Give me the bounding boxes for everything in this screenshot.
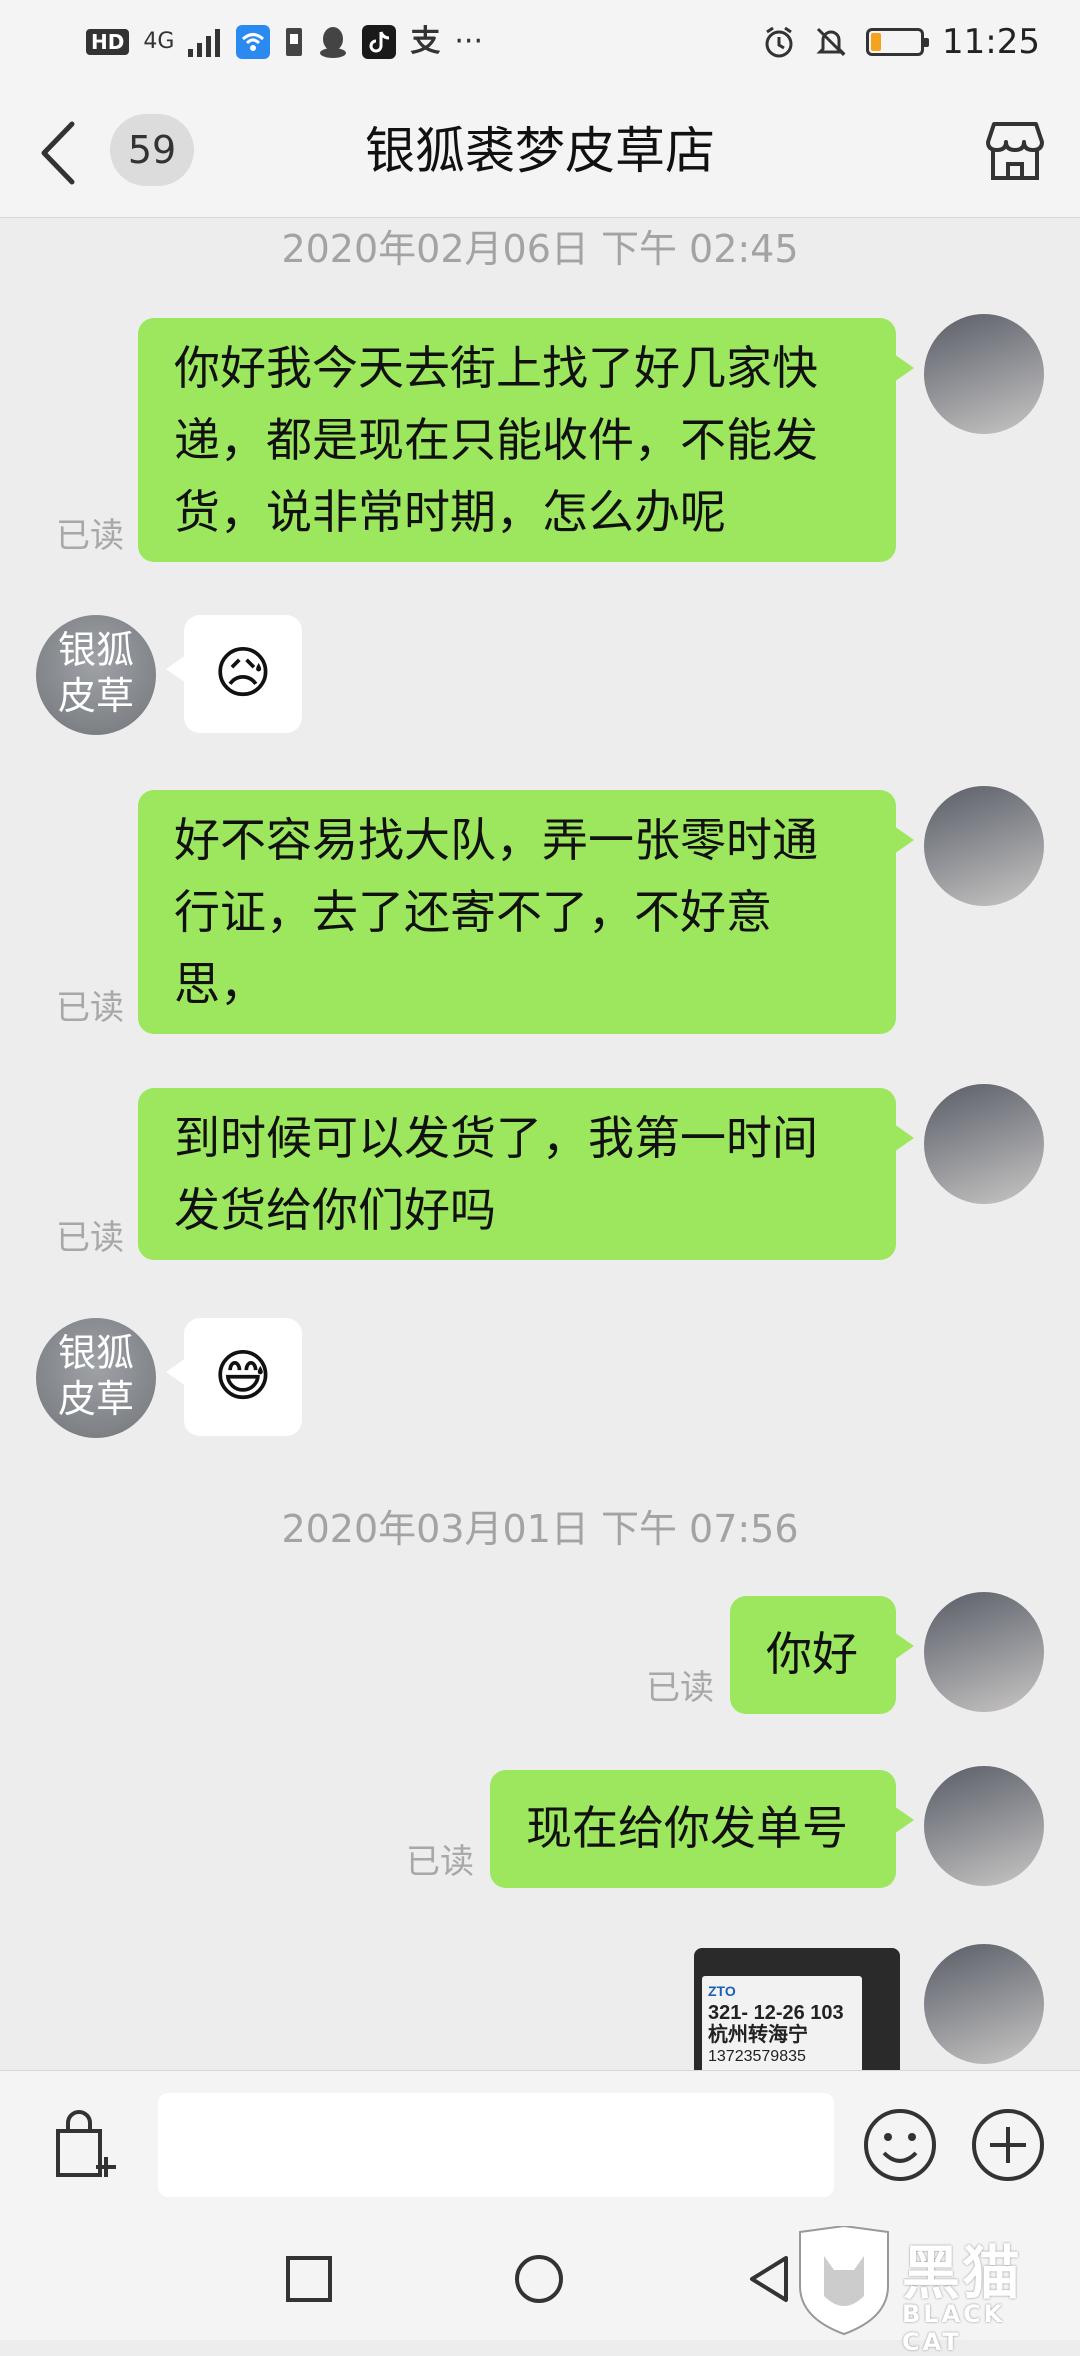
battery-level — [871, 33, 882, 51]
wifi-icon — [236, 25, 271, 59]
timestamp: 2020年03月01日 下午 07:56 — [281, 1507, 799, 1551]
avatar[interactable] — [924, 314, 1044, 434]
black-cat-logo-icon — [799, 2226, 889, 2336]
watermark-title: 黑猫 — [902, 2239, 1023, 2307]
qq-icon — [320, 27, 347, 58]
shop-avatar[interactable]: 银狐 皮草 — [36, 615, 156, 735]
avatar[interactable] — [924, 1592, 1044, 1712]
read-receipt: 已读 — [646, 1668, 714, 1708]
system-nav-bar: 黑猫 BLACK CAT — [0, 2218, 1080, 2356]
more-notifications-icon: ··· — [454, 24, 483, 59]
phone-text: 13723579835 — [708, 2048, 806, 2065]
shopping-bag-add-icon[interactable] — [46, 2105, 126, 2185]
outgoing-message[interactable]: 到时候可以发货了，我第一时间 发货给你们好吗 — [138, 1088, 914, 1260]
avatar[interactable] — [924, 1766, 1044, 1886]
input-bar — [0, 2070, 1080, 2218]
sort-code: 321- 12-26 103 — [708, 2002, 844, 2024]
read-receipt: 已读 — [56, 988, 124, 1028]
status-right: 11:25 — [762, 14, 1040, 70]
avatar[interactable] — [924, 786, 1044, 906]
image-message[interactable]: ZTO 321- 12-26 103 杭州转海宁 13723579835 — [694, 1948, 900, 2070]
grin-sweat-emoji: 😅 — [213, 1344, 273, 1409]
outgoing-message[interactable]: 你好我今天去街上找了好几家快 递，都是现在只能收件，不能发 货，说非常时期，怎么… — [138, 318, 914, 562]
black-cat-watermark: 黑猫 BLACK CAT — [790, 2222, 1070, 2356]
status-bar: HD 4G 支 ··· 11:25 — [0, 0, 1080, 84]
emoji-icon[interactable] — [860, 2105, 940, 2185]
outgoing-message[interactable]: 现在给你发单号 — [490, 1770, 914, 1888]
clock: 11:25 — [942, 22, 1040, 62]
signal-icon — [188, 29, 221, 57]
page-title: 银狐裘梦皮草店 — [365, 122, 715, 180]
alarm-icon — [765, 26, 793, 58]
recent-apps-icon[interactable] — [280, 2250, 338, 2308]
route-text: 杭州转海宁 — [708, 2024, 808, 2046]
chat-area[interactable]: 2020年02月06日 下午 02:45 已读 你好我今天去街上找了好几家快 递… — [0, 218, 1080, 2070]
read-receipt: 已读 — [56, 516, 124, 556]
read-receipt: 已读 — [56, 1218, 124, 1258]
sad-sweat-emoji: 😥 — [213, 641, 273, 706]
message-input[interactable] — [158, 2093, 834, 2197]
battery-icon — [866, 28, 930, 56]
incoming-message[interactable]: 😅 — [166, 1318, 302, 1436]
courier-logo: ZTO — [708, 1983, 736, 1999]
plus-icon[interactable] — [968, 2105, 1048, 2185]
shipping-label: ZTO 321- 12-26 103 杭州转海宁 13723579835 — [702, 1976, 862, 2070]
outgoing-message[interactable]: 你好 — [730, 1596, 914, 1714]
tiktok-icon — [362, 25, 397, 59]
chat-header: 59 银狐裘梦皮草店 — [0, 84, 1080, 218]
alipay-icon: 支 — [410, 24, 441, 59]
watermark-subtitle: BLACK CAT — [902, 2300, 1006, 2356]
network-type: 4G — [143, 29, 175, 54]
home-icon[interactable] — [510, 2250, 568, 2308]
shop-icon[interactable] — [980, 116, 1050, 186]
read-receipt: 已读 — [406, 1842, 474, 1882]
status-left: HD 4G 支 ··· — [86, 18, 483, 66]
avatar[interactable] — [924, 1084, 1044, 1204]
sim-icon — [286, 28, 303, 56]
incoming-message[interactable]: 😥 — [166, 615, 302, 733]
mute-bell-icon — [816, 27, 846, 57]
hd-badge: HD — [86, 29, 130, 55]
shop-avatar[interactable]: 银狐 皮草 — [36, 1318, 156, 1438]
timestamp: 2020年02月06日 下午 02:45 — [281, 227, 799, 271]
avatar[interactable] — [924, 1944, 1044, 2064]
outgoing-message[interactable]: 好不容易找大队，弄一张零时通 行证，去了还寄不了，不好意 思， — [138, 790, 914, 1034]
